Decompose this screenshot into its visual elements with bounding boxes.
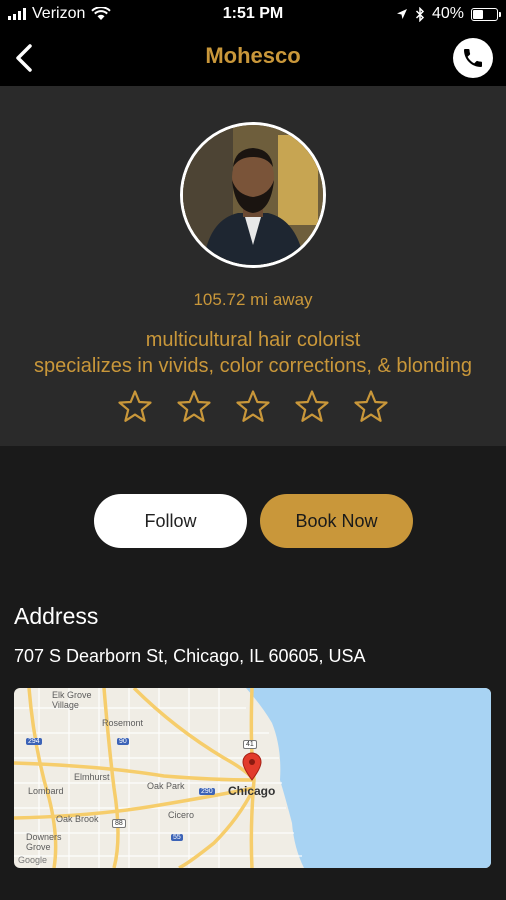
star-icon-4[interactable] bbox=[294, 389, 330, 425]
address-heading: Address bbox=[14, 603, 99, 629]
location-map[interactable]: Elk Grove Village Rosemont Elmhurst Lomb… bbox=[14, 688, 491, 868]
map-shield-290: 290 bbox=[199, 788, 215, 795]
map-label-oak-park: Oak Park bbox=[147, 781, 185, 791]
star-icon-5[interactable] bbox=[353, 389, 389, 425]
distance-text: 105.72 mi away bbox=[193, 290, 313, 309]
map-label-elk-grove: Elk Grove bbox=[52, 690, 92, 700]
google-logo: Google bbox=[18, 855, 48, 865]
map-shield-88: 88 bbox=[112, 819, 126, 828]
book-now-button[interactable]: Book Now bbox=[260, 494, 413, 548]
map-label-cicero: Cicero bbox=[168, 810, 195, 820]
map-label-elmhurst: Elmhurst bbox=[74, 772, 110, 782]
nav-bar: Mohesco bbox=[0, 30, 506, 86]
star-icon-1[interactable] bbox=[117, 389, 153, 425]
phone-icon bbox=[464, 49, 482, 67]
map-label-village: Village bbox=[52, 700, 79, 710]
map-shield-41: 41 bbox=[243, 740, 257, 749]
battery-icon bbox=[471, 7, 501, 21]
battery-percent: 40% bbox=[431, 5, 464, 22]
map-label-rosemont: Rosemont bbox=[102, 718, 144, 728]
status-bar: Verizon 1:51 PM 40% bbox=[0, 0, 506, 30]
map-shield-90: 90 bbox=[117, 738, 129, 745]
bio-line-1: multicultural hair colorist bbox=[145, 329, 361, 351]
avatar-photo bbox=[183, 125, 323, 265]
star-icon-2[interactable] bbox=[176, 389, 212, 425]
location-arrow-icon bbox=[396, 9, 407, 19]
bio-text: multicultural hair colorist specializes … bbox=[0, 327, 506, 379]
follow-button[interactable]: Follow bbox=[94, 494, 247, 548]
map-label-lombard: Lombard bbox=[28, 786, 64, 796]
rating-stars bbox=[0, 389, 506, 425]
star-icon-3[interactable] bbox=[235, 389, 271, 425]
map-label-chicago: Chicago bbox=[228, 784, 276, 798]
map-label-downers: Downers bbox=[26, 832, 62, 842]
map-shield-294: 294 bbox=[26, 738, 42, 745]
call-button[interactable] bbox=[453, 38, 493, 78]
page-title: Mohesco bbox=[205, 43, 301, 68]
address-text: 707 S Dearborn St, Chicago, IL 60605, US… bbox=[14, 646, 366, 666]
map-label-oak-brook: Oak Brook bbox=[56, 814, 99, 824]
map-shield-55: 55 bbox=[171, 834, 183, 841]
avatar bbox=[180, 122, 326, 268]
status-right: 40% bbox=[396, 5, 501, 23]
bluetooth-icon bbox=[415, 6, 425, 22]
map-label-grove: Grove bbox=[26, 842, 51, 852]
bio-line-2: specializes in vivids, color corrections… bbox=[34, 355, 472, 377]
profile-panel: 105.72 mi away multicultural hair colori… bbox=[0, 86, 506, 446]
